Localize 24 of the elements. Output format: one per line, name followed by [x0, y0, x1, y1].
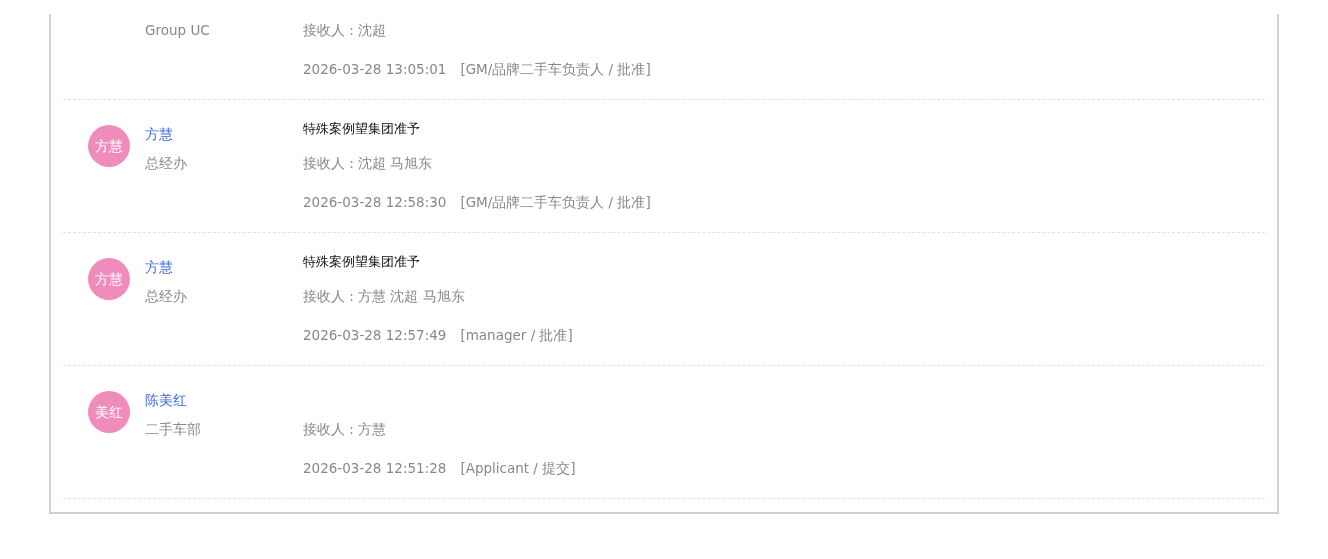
department: 二手车部 — [145, 420, 201, 439]
department: 总经办 — [145, 154, 187, 173]
department: Group UC — [145, 21, 210, 40]
avatar: 美红 — [88, 391, 130, 433]
department: 总经办 — [145, 287, 187, 306]
timestamp: 2026-03-28 12:51:28 — [303, 459, 447, 478]
role-action: [GM/品牌二手车负责人 / 批准] — [460, 60, 651, 79]
receivers: 接收人 : 沈超 马旭东 — [303, 154, 433, 173]
receivers: 接收人 : 方慧 — [303, 420, 387, 439]
user-name: 陈美红 — [145, 391, 187, 410]
user-name: 方慧 — [145, 258, 173, 277]
role-action: [manager / 批准] — [460, 326, 573, 345]
avatar: 方慧 — [88, 258, 130, 300]
avatar: 方慧 — [88, 125, 130, 167]
comment: 特殊案例望集团准予 — [303, 120, 420, 138]
comment: 特殊案例望集团准予 — [303, 253, 420, 271]
receivers: 接收人 : 方慧 沈超 马旭东 — [303, 287, 465, 306]
receivers: 接收人 : 沈超 — [303, 21, 387, 40]
role-action: [Applicant / 提交] — [460, 459, 576, 478]
timestamp: 2026-03-28 13:05:01 — [303, 60, 447, 79]
user-name: 方慧 — [145, 125, 173, 144]
timestamp: 2026-03-28 12:58:30 — [303, 193, 447, 212]
role-action: [GM/品牌二手车负责人 / 批准] — [460, 193, 651, 212]
timestamp: 2026-03-28 12:57:49 — [303, 326, 447, 345]
